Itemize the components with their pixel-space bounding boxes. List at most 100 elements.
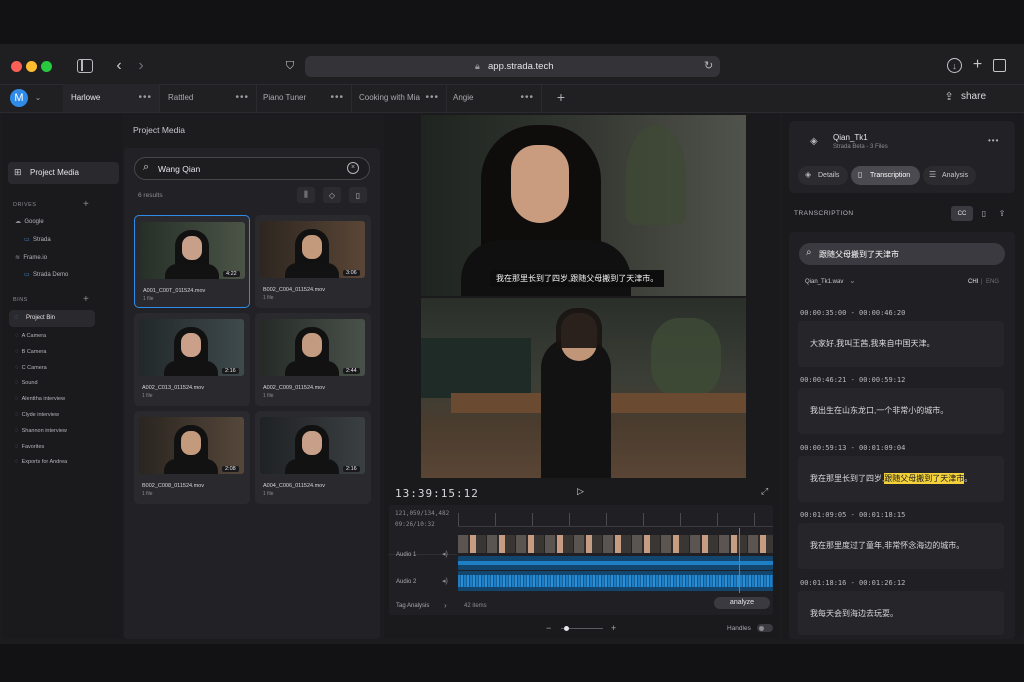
zoom-out-icon[interactable]: − xyxy=(546,623,551,633)
tab-label: Angie xyxy=(453,93,474,102)
transcript-timestamp[interactable]: 00:00:35:00 - 00:00:46:20 xyxy=(800,309,905,317)
search-highlight: 跟随父母搬到了天津市 xyxy=(884,473,965,484)
avatar[interactable]: M xyxy=(10,89,28,107)
tag-analysis-label[interactable]: Tag Analysis xyxy=(396,603,429,609)
timeline-duration: 09:26/10:32 xyxy=(395,521,435,528)
tabs-overview-icon[interactable] xyxy=(993,59,1006,72)
audio-track-1[interactable] xyxy=(458,556,773,570)
media-search-input[interactable]: ⌕ Wang Qian × xyxy=(134,157,370,180)
video-track-thumbnails[interactable] xyxy=(458,535,773,553)
add-drive-icon[interactable]: + xyxy=(83,199,89,210)
cc-button[interactable]: CC xyxy=(951,206,973,221)
analyze-button[interactable]: analyze xyxy=(714,597,770,609)
audio-track-2[interactable] xyxy=(458,571,773,591)
chevron-down-icon[interactable]: ⌄ xyxy=(32,91,44,103)
bin-item[interactable]: ◌ Favorites xyxy=(15,444,44,450)
clear-search-icon[interactable]: × xyxy=(347,162,359,174)
sidebar-toggle-icon[interactable] xyxy=(77,59,93,73)
sidebar-item-project-media[interactable]: ⊞ Project Media xyxy=(8,162,119,184)
search-value: Wang Qian xyxy=(158,164,201,174)
drive-google[interactable]: ☁ Google xyxy=(15,218,44,225)
transcript-segment[interactable]: 我在那里度过了童年,非常怀念海边的城市。 xyxy=(798,523,1004,569)
transcript-timestamp[interactable]: 00:00:46:21 - 00:00:59:12 xyxy=(800,376,905,384)
back-icon[interactable]: ‹ xyxy=(112,57,126,74)
transcript-segment[interactable]: 我出生在山东龙口,一个非常小的城市。 xyxy=(798,388,1004,434)
handles-toggle[interactable] xyxy=(757,624,773,632)
speaker-icon[interactable]: ◂) xyxy=(442,550,448,558)
bin-item[interactable]: ◌ Sound xyxy=(15,380,38,386)
address-bar[interactable]: 🔒︎ app.strada.tech ↻ xyxy=(305,56,720,77)
chevron-down-icon[interactable]: ⌄ xyxy=(849,276,856,285)
clip-card[interactable]: 2:44 A002_C009_011524.mov 1 file xyxy=(255,313,371,406)
stack-icon: ◈ xyxy=(810,136,818,147)
transcript-segment[interactable]: 我每天会到海边去玩耍。 xyxy=(798,591,1004,635)
export-icon[interactable]: ⇪ xyxy=(995,206,1009,221)
file-select[interactable]: Qian_Tk1.wav xyxy=(805,279,843,285)
drive-frameio[interactable]: ≋ Frame.io xyxy=(15,254,47,261)
drive-strada[interactable]: ▭ Strada xyxy=(24,236,51,243)
video-frame-wide[interactable] xyxy=(421,298,746,478)
clip-file-count: 1 file xyxy=(142,393,153,399)
bin-item[interactable]: ◌ Alenttha interview xyxy=(15,396,65,402)
shield-icon[interactable]: ⛉ xyxy=(284,59,296,73)
add-bin-icon[interactable]: + xyxy=(83,294,89,305)
forward-icon[interactable]: › xyxy=(134,57,148,74)
transcript-timestamp[interactable]: 00:01:09:05 - 00:01:18:15 xyxy=(800,511,905,519)
waveform-filter-icon[interactable]: ⫼ xyxy=(297,187,315,203)
tab-harlowe[interactable]: Harlowe ••• xyxy=(63,84,160,112)
transcript-segment[interactable]: 大家好,我叫王茜,我来自中国天津。 xyxy=(798,321,1004,367)
video-frame-closeup[interactable] xyxy=(421,115,746,296)
close-window-button[interactable] xyxy=(11,61,22,72)
clip-card[interactable]: 2:16 A002_C013_011524.mov 1 file xyxy=(134,313,250,406)
bin-item[interactable]: ◌ C Camera xyxy=(15,365,47,371)
tab-rattled[interactable]: Rattled ••• xyxy=(160,84,257,112)
transcript-timestamp[interactable]: 00:00:59:13 - 00:01:09:04 xyxy=(800,444,905,452)
clip-card[interactable]: 2:08 B002_C008_011524.mov 1 file xyxy=(134,411,250,504)
more-icon[interactable]: ••• xyxy=(988,136,999,145)
maximize-window-button[interactable] xyxy=(41,61,52,72)
reload-icon[interactable]: ↻ xyxy=(704,59,713,72)
fullscreen-icon[interactable]: ⤢ xyxy=(761,486,768,497)
language-eng[interactable]: ENG xyxy=(986,279,999,285)
tab-cooking-with-mia[interactable]: Cooking with Mia ••• xyxy=(351,84,447,112)
language-chi[interactable]: CHI xyxy=(968,279,978,285)
track-label-audio2: Audio 2 xyxy=(396,579,417,585)
document-icon[interactable]: ▯ xyxy=(977,206,991,221)
clip-card[interactable]: 2:16 A004_C006_011524.mov 1 file xyxy=(255,411,371,504)
bin-item[interactable]: ◌ Shannon interview xyxy=(15,428,67,434)
tab-details[interactable]: ◈ Details xyxy=(798,166,848,185)
playhead[interactable] xyxy=(739,528,740,593)
speaker-icon[interactable]: ◂) xyxy=(442,577,448,585)
clip-card[interactable]: 4:22 A001_C00T_011524.mov 1 file xyxy=(134,215,250,308)
zoom-slider[interactable] xyxy=(561,625,603,631)
chevron-right-icon[interactable]: › xyxy=(444,601,447,610)
transcript-timestamp[interactable]: 00:01:18:16 - 00:01:26:12 xyxy=(800,579,905,587)
tab-piano-tuner[interactable]: Piano Tuner ••• xyxy=(255,84,352,112)
transcript-search-input[interactable]: ⌕ 跟随父母搬到了天津市 xyxy=(799,243,1005,265)
play-button[interactable]: ▷ xyxy=(577,486,584,497)
minimize-window-button[interactable] xyxy=(26,61,37,72)
tab-transcription[interactable]: ▯ Transcription xyxy=(851,166,920,185)
zoom-in-icon[interactable]: + xyxy=(611,623,616,633)
document-icon[interactable]: ▯ xyxy=(349,187,367,203)
timeline-ruler[interactable] xyxy=(458,513,773,527)
clip-card[interactable]: 3:06 B002_C004_011524.mov 1 file xyxy=(255,215,371,308)
tab-angie[interactable]: Angie ••• xyxy=(445,84,542,112)
bin-item[interactable]: ◌ Clyde interview xyxy=(15,412,59,418)
bin-project-bin[interactable]: ◌ Project Bin xyxy=(9,310,95,327)
transcript-segment[interactable]: 我在那里长到了四岁,跟随父母搬到了天津市。 xyxy=(798,456,1004,502)
share-button[interactable]: share xyxy=(961,91,986,102)
bin-item[interactable]: ◌ A Camera xyxy=(15,333,46,339)
search-value: 跟随父母搬到了天津市 xyxy=(819,250,899,259)
tag-icon[interactable]: ◇ xyxy=(323,187,341,203)
bin-icon: ◌ xyxy=(15,333,19,339)
download-icon[interactable]: ↓ xyxy=(947,58,962,73)
add-tab-icon[interactable]: + xyxy=(554,89,568,105)
bin-item[interactable]: ◌ Exports for Andrea xyxy=(15,459,67,465)
drive-strada-demo[interactable]: ▭ Strada Demo xyxy=(24,271,68,278)
tab-analysis[interactable]: ☰ Analysis xyxy=(923,166,976,185)
new-tab-icon[interactable]: + xyxy=(970,56,985,73)
bin-item[interactable]: ◌ B Camera xyxy=(15,349,46,355)
share-icon[interactable]: ⇪ xyxy=(942,89,956,103)
clip-file-count: 1 file xyxy=(263,491,274,497)
